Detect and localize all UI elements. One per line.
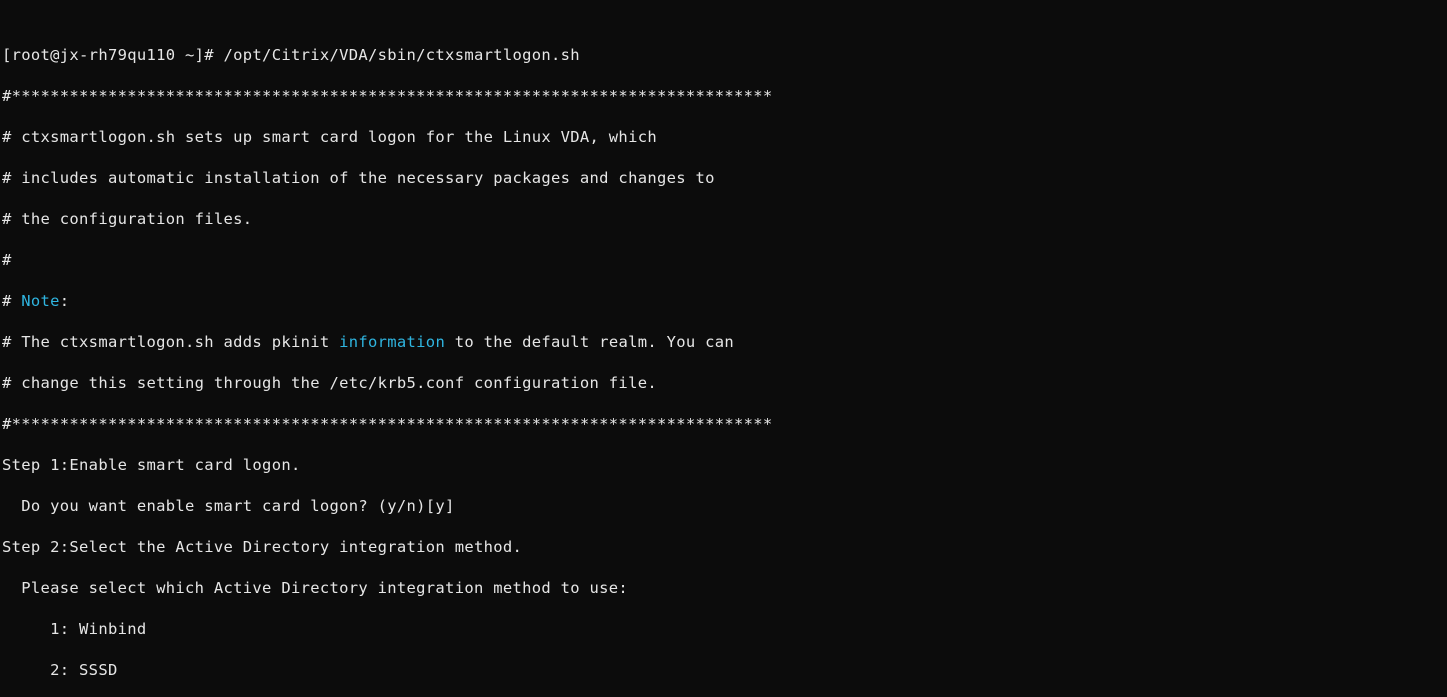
step1-head: Step 1:Enable smart card logon. — [2, 455, 1445, 476]
truncated-top-line — [2, 21, 1445, 25]
step2-opt-winbind: 1: Winbind — [2, 619, 1445, 640]
intro-1: # ctxsmartlogon.sh sets up smart card lo… — [2, 127, 1445, 148]
note-desc-pre: # The ctxsmartlogon.sh adds pkinit — [2, 333, 339, 351]
hash-line: # — [2, 250, 1445, 271]
note-line: # Note: — [2, 291, 1445, 312]
note-desc-2: # change this setting through the /etc/k… — [2, 373, 1445, 394]
step2-opt-sssd: 2: SSSD — [2, 660, 1445, 681]
step1-question: Do you want enable smart card logon? (y/… — [2, 496, 1445, 517]
note-info-keyword: information — [339, 333, 445, 351]
divider-top: #***************************************… — [2, 86, 1445, 107]
note-desc-post: to the default realm. You can — [445, 333, 734, 351]
note-keyword: Note — [21, 292, 60, 310]
note-desc-1: # The ctxsmartlogon.sh adds pkinit infor… — [2, 332, 1445, 353]
note-prefix: # — [2, 292, 21, 310]
step2-question: Please select which Active Directory int… — [2, 578, 1445, 599]
intro-3: # the configuration files. — [2, 209, 1445, 230]
step2-head: Step 2:Select the Active Directory integ… — [2, 537, 1445, 558]
prompt-line: [root@jx-rh79qu110 ~]# /opt/Citrix/VDA/s… — [2, 45, 1445, 66]
prompt: [root@jx-rh79qu110 ~]# — [2, 46, 224, 64]
note-colon: : — [60, 292, 70, 310]
intro-2: # includes automatic installation of the… — [2, 168, 1445, 189]
divider-bottom: #***************************************… — [2, 414, 1445, 435]
command: /opt/Citrix/VDA/sbin/ctxsmartlogon.sh — [224, 46, 580, 64]
terminal-output[interactable]: [root@jx-rh79qu110 ~]# /opt/Citrix/VDA/s… — [0, 0, 1447, 697]
